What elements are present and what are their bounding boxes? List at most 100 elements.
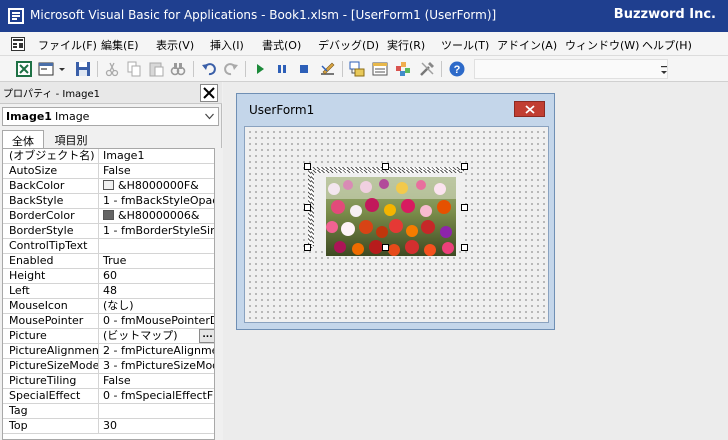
toolbox-icon[interactable] (418, 60, 436, 78)
design-mode-icon[interactable] (319, 60, 337, 78)
property-value[interactable]: Image1 (101, 149, 214, 163)
project-explorer-icon[interactable] (348, 60, 366, 78)
resize-handle-e[interactable] (461, 204, 468, 211)
property-row[interactable]: Top 30 (3, 419, 214, 434)
property-row[interactable]: MouseIcon (なし) (3, 299, 214, 314)
property-row[interactable]: BorderColor &H80000006& (3, 209, 214, 224)
menu-window[interactable]: ウィンドウ(W) (565, 37, 639, 53)
menu-file[interactable]: ファイル(F) (38, 37, 97, 53)
property-name: (オブジェクト名) (3, 149, 99, 163)
system-menu-icon[interactable] (11, 37, 25, 51)
object-browser-icon[interactable] (394, 60, 412, 78)
property-value[interactable]: 1 - fmBackStyleOpaque (101, 194, 214, 208)
property-value[interactable]: (ビットマップ) (101, 329, 214, 343)
property-value[interactable] (101, 239, 214, 253)
userform-canvas[interactable] (244, 126, 549, 323)
properties-close-button[interactable] (200, 84, 218, 102)
insert-dropdown-icon[interactable] (57, 60, 67, 78)
property-row[interactable]: PictureSizeMode 3 - fmPictureSizeModeZoom (3, 359, 214, 374)
property-name: PictureSizeMode (3, 359, 99, 373)
property-name: Top (3, 419, 99, 433)
property-name: Height (3, 269, 99, 283)
property-row[interactable]: Picture (ビットマップ)... (3, 329, 214, 344)
resize-handle-s[interactable] (382, 244, 389, 251)
property-row[interactable]: BackStyle 1 - fmBackStyleOpaque (3, 194, 214, 209)
property-row[interactable]: Left 48 (3, 284, 214, 299)
resize-handle-w[interactable] (304, 204, 311, 211)
menu-format[interactable]: 書式(O) (262, 37, 301, 53)
redo-icon[interactable] (222, 60, 240, 78)
userform-designer-window[interactable]: UserForm1 (236, 93, 555, 330)
property-row[interactable]: MousePointer 0 - fmMousePointerDefault (3, 314, 214, 329)
color-swatch (103, 210, 114, 220)
property-value[interactable]: 1 - fmBorderStyleSingle (101, 224, 214, 238)
property-value[interactable]: True (101, 254, 214, 268)
resize-handle-ne[interactable] (461, 163, 468, 170)
property-value[interactable]: 30 (101, 419, 214, 433)
property-row[interactable]: BorderStyle 1 - fmBorderStyleSingle (3, 224, 214, 239)
object-selector[interactable]: Image1 Image (2, 107, 219, 126)
property-row[interactable]: SpecialEffect 0 - fmSpecialEffectFlat (3, 389, 214, 404)
menu-debug[interactable]: デバッグ(D) (318, 37, 379, 53)
menu-view[interactable]: 表示(V) (156, 37, 194, 53)
tab-categorized[interactable]: 項目別 (46, 130, 96, 148)
save-icon[interactable] (74, 60, 92, 78)
menu-edit[interactable]: 編集(E) (101, 37, 139, 53)
properties-window: プロパティ - Image1 Image1 Image 全体 項目別 (オブジェ… (0, 82, 222, 440)
property-row[interactable]: PictureTiling False (3, 374, 214, 389)
resize-handle-n[interactable] (382, 163, 389, 170)
resize-handle-sw[interactable] (304, 244, 311, 251)
userform-close-button[interactable] (514, 101, 545, 117)
property-value[interactable]: 3 - fmPictureSizeModeZoom (101, 359, 214, 373)
view-excel-icon[interactable] (15, 60, 33, 78)
property-row[interactable]: Tag (3, 404, 214, 419)
properties-window-icon[interactable] (371, 60, 389, 78)
property-value[interactable]: 60 (101, 269, 214, 283)
property-row[interactable]: (オブジェクト名) Image1 (3, 149, 214, 164)
image1-control[interactable] (314, 173, 464, 256)
property-row[interactable]: PictureAlignment 2 - fmPictureAlignmentCe… (3, 344, 214, 359)
reset-icon[interactable] (295, 60, 313, 78)
property-value[interactable]: False (101, 164, 214, 178)
property-grid-scrollbar[interactable] (215, 148, 222, 440)
property-value[interactable]: 0 - fmSpecialEffectFlat (101, 389, 214, 403)
property-value[interactable]: &H80000006& (101, 209, 214, 223)
standard-toolbar: ? (0, 56, 728, 82)
property-grid: (オブジェクト名) Image1 AutoSize False BackColor &H8… (2, 148, 215, 440)
property-row[interactable]: BackColor &H8000000F& (3, 179, 214, 194)
find-icon[interactable] (169, 60, 187, 78)
help-icon[interactable]: ? (448, 60, 466, 78)
image1-selection-border[interactable] (308, 167, 464, 256)
resize-handle-nw[interactable] (304, 163, 311, 170)
undo-icon[interactable] (200, 60, 218, 78)
property-value[interactable]: 0 - fmMousePointerDefault (101, 314, 214, 328)
tab-alphabetic[interactable]: 全体 (2, 130, 44, 148)
menu-tools[interactable]: ツール(T) (441, 37, 489, 53)
picture-browse-button[interactable]: ... (199, 329, 214, 343)
property-value[interactable] (101, 404, 214, 418)
break-icon[interactable] (273, 60, 291, 78)
property-value[interactable]: 2 - fmPictureAlignmentCenter (101, 344, 214, 358)
property-row[interactable]: Height 60 (3, 269, 214, 284)
property-name: Tag (3, 404, 99, 418)
resize-handle-se[interactable] (461, 244, 468, 251)
toolbar-overflow-icon[interactable] (660, 64, 668, 78)
property-row[interactable]: ControlTipText (3, 239, 214, 254)
property-value[interactable]: (なし) (101, 299, 214, 313)
menu-run[interactable]: 実行(R) (387, 37, 425, 53)
property-value[interactable]: 48 (101, 284, 214, 298)
run-icon[interactable] (251, 60, 269, 78)
copy-icon[interactable] (125, 60, 143, 78)
property-row[interactable]: AutoSize False (3, 164, 214, 179)
property-name: ControlTipText (3, 239, 99, 253)
cut-icon[interactable] (103, 60, 121, 78)
menu-help[interactable]: ヘルプ(H) (642, 37, 692, 53)
property-value[interactable]: False (101, 374, 214, 388)
insert-userform-icon[interactable] (37, 60, 55, 78)
property-value[interactable]: &H8000000F& (101, 179, 214, 193)
paste-icon[interactable] (147, 60, 165, 78)
property-row[interactable]: Enabled True (3, 254, 214, 269)
toolbar-separator (245, 61, 246, 77)
menu-insert[interactable]: 挿入(I) (210, 37, 244, 53)
menu-addins[interactable]: アドイン(A) (497, 37, 557, 53)
